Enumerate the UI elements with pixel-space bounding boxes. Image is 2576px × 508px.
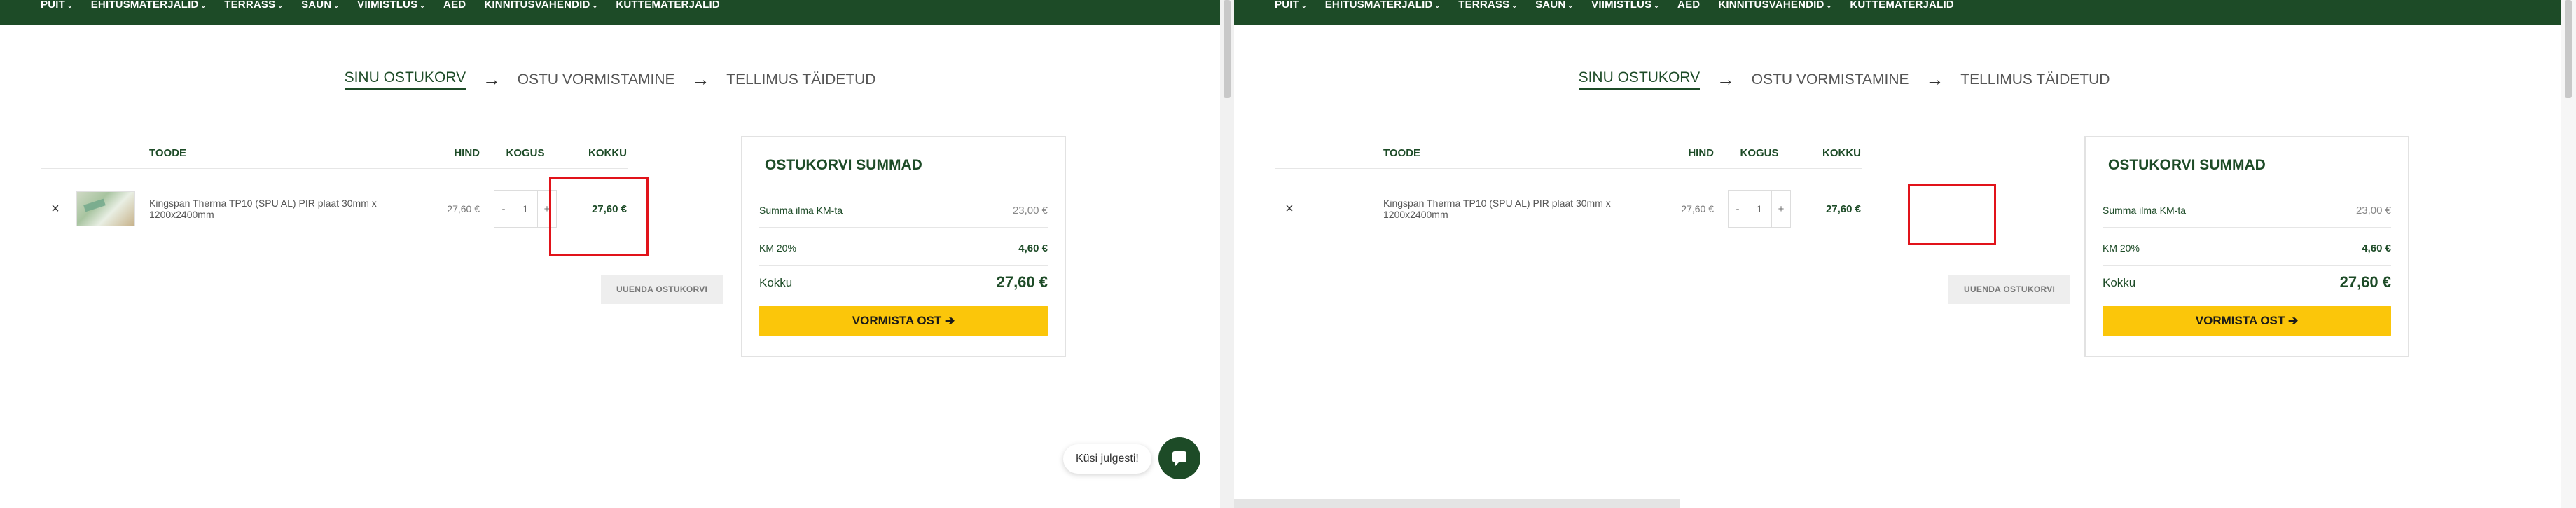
nav-item-ehitusmaterjalid[interactable]: EHITUSMATERJALID ⌄ (1325, 0, 1441, 11)
vertical-scrollbar[interactable] (2561, 0, 2576, 508)
quantity-input[interactable]: 1 (1747, 191, 1772, 227)
cart-header-row: TOODE HIND KOGUS KOKKU (41, 137, 628, 169)
header-quantity: KOGUS (480, 137, 570, 169)
nav-item-puit[interactable]: PUIT ⌄ (41, 0, 73, 11)
header-quantity: KOGUS (1715, 137, 1804, 169)
step-cart[interactable]: SINU OSTUKORV (1578, 69, 1701, 90)
step-checkout[interactable]: OSTU VORMISTAMINE (518, 71, 675, 88)
arrow-right-icon: → (691, 69, 710, 90)
product-price: 27,60 € (1681, 203, 1714, 214)
main-navigation: PUIT ⌄ EHITUSMATERJALID ⌄ TERRASS ⌄ SAUN ⌄ V… (1234, 0, 2576, 25)
left-pane: PUIT ⌄ EHITUSMATERJALID ⌄ TERRASS ⌄ SAUN ⌄ V… (0, 0, 1220, 508)
chevron-down-icon: ⌄ (333, 2, 340, 9)
chat-icon (1172, 451, 1186, 467)
decrease-quantity-button[interactable]: - (494, 203, 513, 215)
quantity-highlight-box (549, 177, 649, 256)
header-product: TOODE (148, 137, 423, 169)
nav-item-terrass[interactable]: TERRASS ⌄ (224, 0, 283, 11)
nav-item-viimistlus[interactable]: VIIMISTLUS ⌄ (357, 0, 425, 11)
nav-item-viimistlus[interactable]: VIIMISTLUS ⌄ (1591, 0, 1659, 11)
chevron-down-icon: ⌄ (1826, 2, 1832, 9)
scrollbar-thumb[interactable] (1224, 0, 1231, 98)
net-row: Summa ilma KM-ta 23,00 € (2103, 192, 2391, 228)
cart-totals-title: OSTUKORVI SUMMAD (2108, 157, 2266, 173)
window-divider-scrollbar[interactable] (1220, 0, 1234, 508)
arrow-right-icon: → (1716, 69, 1735, 90)
chat-prompt-bubble[interactable]: Küsi julgesti! (1063, 444, 1151, 474)
checkout-button[interactable]: VORMISTA OST ➔ (759, 306, 1048, 336)
checkout-steps: SINU OSTUKORV → OSTU VORMISTAMINE → TELL… (1234, 69, 2454, 90)
product-name-link[interactable]: Kingspan Therma TP10 (SPU AL) PIR plaat … (1383, 198, 1611, 220)
header-price: HIND (423, 137, 480, 169)
quantity-highlight-box (1908, 184, 1996, 245)
vat-row: KM 20% 4,60 € (759, 228, 1048, 266)
step-checkout[interactable]: OSTU VORMISTAMINE (1752, 71, 1909, 88)
header-product: TOODE (1383, 137, 1657, 169)
header-subtotal: KOKKU (570, 137, 628, 169)
nav-item-kuttematerjalid[interactable]: KÜTTEMATERJALID (616, 0, 720, 11)
quantity-stepper: - 1 + (494, 190, 557, 228)
chevron-down-icon: ⌄ (1434, 2, 1441, 9)
chevron-down-icon: ⌄ (592, 2, 598, 9)
chevron-down-icon: ⌄ (1567, 2, 1574, 9)
cart-item-row: × Kingspan Therma TP10 (SPU AL) PIR plaa… (41, 168, 628, 249)
product-subtotal: 27,60 € (1825, 202, 1861, 215)
product-price: 27,60 € (447, 203, 480, 214)
cart-table: TOODE HIND KOGUS KOKKU × Kingspan Therma… (41, 137, 628, 249)
horizontal-scrollbar[interactable] (1234, 499, 1680, 508)
product-name-link[interactable]: Kingspan Therma TP10 (SPU AL) PIR plaat … (149, 198, 377, 220)
arrow-right-icon: → (1925, 69, 1944, 90)
decrease-quantity-button[interactable]: - (1729, 203, 1747, 215)
chevron-down-icon: ⌄ (200, 2, 207, 9)
cart-header-row: TOODE HIND KOGUS KOKKU (1275, 137, 1862, 169)
nav-item-puit[interactable]: PUIT ⌄ (1275, 0, 1307, 11)
header-price: HIND (1657, 137, 1715, 169)
chevron-down-icon: ⌄ (420, 2, 426, 9)
nav-item-kinnitusvahendid[interactable]: KINNITUSVAHENDID ⌄ (484, 0, 597, 11)
cart-item-row: × Kingspan Therma TP10 (SPU AL) PIR plaa… (1275, 168, 1862, 249)
remove-item-icon[interactable]: × (51, 201, 60, 217)
arrow-right-icon: → (482, 69, 501, 90)
increase-quantity-button[interactable]: + (1772, 203, 1790, 215)
cart-totals-panel: OSTUKORVI SUMMAD Summa ilma KM-ta 23,00 … (2084, 136, 2409, 357)
update-cart-button[interactable]: UUENDA OSTUKORVI (1948, 275, 2071, 304)
vat-row: KM 20% 4,60 € (2103, 228, 2391, 266)
total-row: Kokku 27,60 € (2103, 273, 2391, 291)
step-complete: TELLIMUS TÄIDETUD (726, 71, 876, 88)
chat-button[interactable] (1158, 437, 1200, 479)
nav-item-ehitusmaterjalid[interactable]: EHITUSMATERJALID ⌄ (91, 0, 207, 11)
chevron-down-icon: ⌄ (1654, 2, 1660, 9)
cart-totals-panel: OSTUKORVI SUMMAD Summa ilma KM-ta 23,00 … (741, 136, 1066, 357)
nav-item-kuttematerjalid[interactable]: KÜTTEMATERJALID (1850, 0, 1954, 11)
product-thumbnail[interactable] (76, 191, 135, 226)
step-cart[interactable]: SINU OSTUKORV (344, 69, 466, 90)
update-cart-button[interactable]: UUENDA OSTUKORVI (601, 275, 723, 304)
nav-item-saun[interactable]: SAUN ⌄ (301, 0, 339, 11)
main-navigation: PUIT ⌄ EHITUSMATERJALID ⌄ TERRASS ⌄ SAUN ⌄ V… (0, 0, 1220, 25)
net-row: Summa ilma KM-ta 23,00 € (759, 192, 1048, 228)
right-pane: PUIT ⌄ EHITUSMATERJALID ⌄ TERRASS ⌄ SAUN ⌄ V… (1234, 0, 2576, 508)
cart-totals-title: OSTUKORVI SUMMAD (765, 157, 922, 173)
total-row: Kokku 27,60 € (759, 273, 1048, 291)
cart-table: TOODE HIND KOGUS KOKKU × Kingspan Therma… (1275, 137, 1862, 249)
chevron-down-icon: ⌄ (1301, 2, 1307, 9)
chevron-down-icon: ⌄ (1511, 2, 1518, 9)
chevron-down-icon: ⌄ (67, 2, 73, 9)
quantity-stepper: - 1 + (1728, 190, 1791, 228)
remove-item-icon[interactable]: × (1285, 201, 1294, 217)
nav-item-terrass[interactable]: TERRASS ⌄ (1458, 0, 1517, 11)
nav-item-saun[interactable]: SAUN ⌄ (1535, 0, 1573, 11)
chevron-down-icon: ⌄ (277, 2, 284, 9)
header-subtotal: KOKKU (1804, 137, 1862, 169)
step-complete: TELLIMUS TÄIDETUD (1960, 71, 2110, 88)
scrollbar-thumb[interactable] (2565, 0, 2572, 98)
checkout-button[interactable]: VORMISTA OST ➔ (2103, 306, 2391, 336)
nav-item-kinnitusvahendid[interactable]: KINNITUSVAHENDID ⌄ (1718, 0, 1831, 11)
nav-item-aed[interactable]: AED (443, 0, 466, 11)
nav-item-aed[interactable]: AED (1677, 0, 1700, 11)
checkout-steps: SINU OSTUKORV → OSTU VORMISTAMINE → TELL… (0, 69, 1220, 90)
quantity-input[interactable]: 1 (513, 191, 538, 227)
